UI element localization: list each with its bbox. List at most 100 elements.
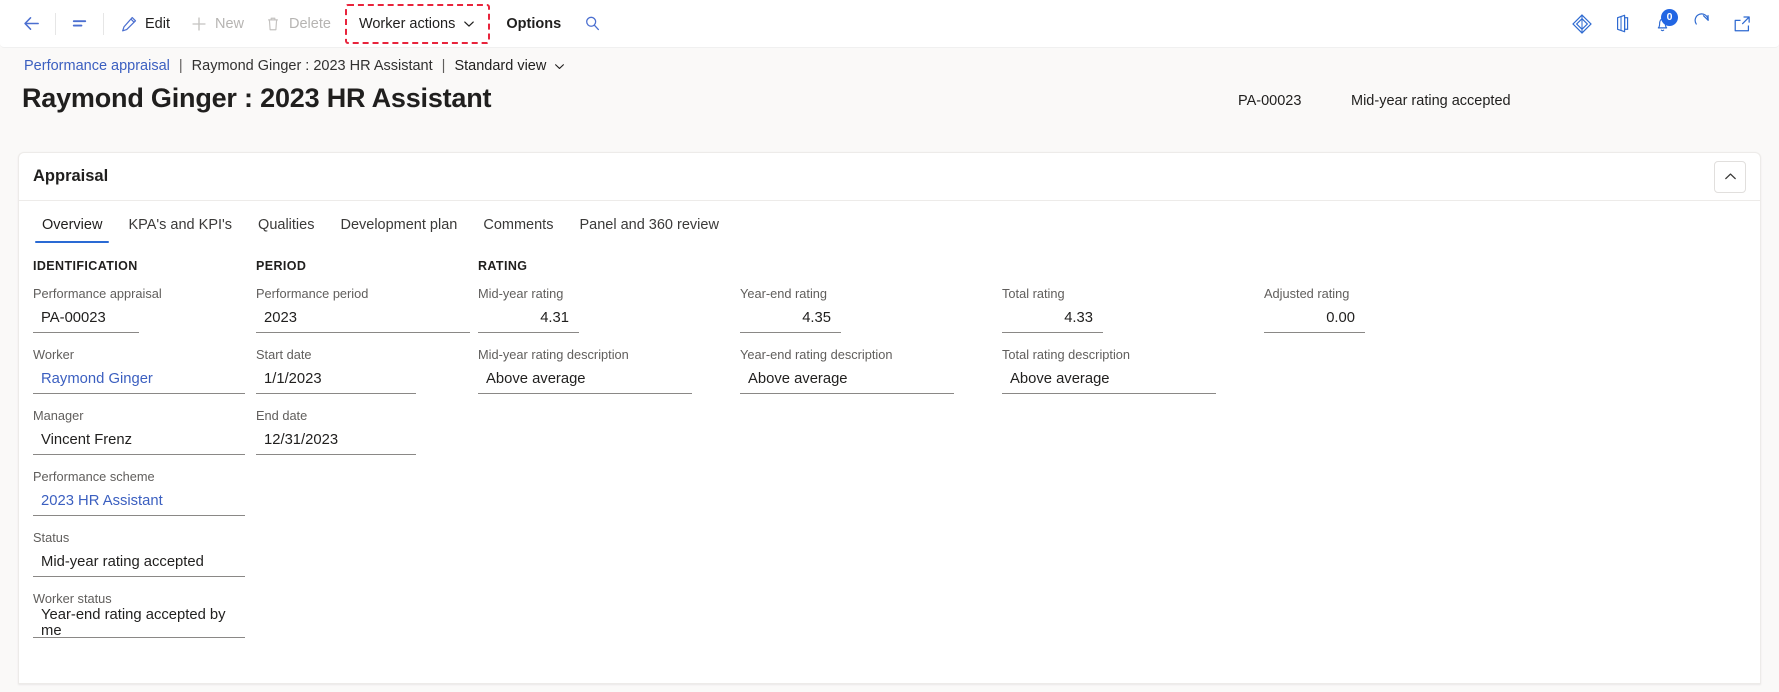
tab-overview[interactable]: Overview (33, 205, 111, 245)
year-end-rating-description-input[interactable]: Above average (740, 367, 954, 394)
back-arrow-icon (22, 14, 41, 33)
mid-year-rating-description-input[interactable]: Above average (478, 367, 692, 394)
edit-button[interactable]: Edit (110, 7, 180, 41)
field-label: Mid-year rating description (478, 347, 629, 362)
period-column: PERIOD Performance period 2023 Start dat… (256, 259, 496, 469)
command-bar-right: 0 (1559, 0, 1779, 48)
field-label: Total rating description (1002, 347, 1131, 362)
dynamics-diamond-icon[interactable] (1565, 7, 1599, 41)
breadcrumb-separator: | (441, 58, 446, 74)
identification-heading: IDENTIFICATION (33, 259, 138, 273)
breadcrumb-module-link[interactable]: Performance appraisal (24, 58, 170, 74)
field-worker-status: Worker status Year-end rating accepted b… (33, 591, 259, 639)
field-manager: Manager Vincent Frenz (33, 408, 259, 455)
field-label: Start date (256, 347, 312, 362)
field-year-end-rating: Year-end rating 4.35 (740, 286, 980, 333)
refresh-icon[interactable] (1685, 7, 1719, 41)
performance-scheme-input[interactable]: 2023 HR Assistant (33, 489, 245, 516)
delete-button[interactable]: Delete (254, 7, 341, 41)
navigation-lines-icon (70, 14, 89, 33)
app-root: Edit New Delete Worker actions Options 0… (0, 0, 1779, 692)
rating-heading-spacer (1264, 259, 1504, 260)
show-navigation-button[interactable] (62, 7, 97, 41)
tab-development-plan[interactable]: Development plan (331, 205, 466, 245)
identification-column: IDENTIFICATION Performance appraisal PA-… (33, 259, 259, 652)
field-performance-period: Performance period 2023 (256, 286, 496, 333)
worker-actions-button[interactable]: Worker actions (353, 7, 482, 41)
manager-input[interactable]: Vincent Frenz (33, 428, 245, 455)
rating-column-year-end: Year-end rating 4.35 Year-end rating des… (740, 259, 980, 408)
worker-input[interactable]: Raymond Ginger (33, 367, 245, 394)
field-label: Worker (33, 347, 75, 362)
tab-qualities[interactable]: Qualities (249, 205, 323, 245)
field-total-rating-description: Total rating description Above average (1002, 347, 1242, 394)
rating-heading-spacer (740, 259, 980, 260)
back-button[interactable] (14, 7, 49, 41)
chevron-down-icon (553, 60, 566, 73)
performance-appraisal-input[interactable]: PA-00023 (33, 306, 139, 333)
performance-period-input[interactable]: 2023 (256, 306, 470, 333)
field-label: Year-end rating description (740, 347, 893, 362)
trash-icon (264, 15, 282, 33)
field-total-rating: Total rating 4.33 (1002, 286, 1242, 333)
rating-column-adjusted: Adjusted rating 0.00 (1264, 259, 1504, 347)
field-year-end-rating-description: Year-end rating description Above averag… (740, 347, 980, 394)
field-end-date: End date 12/31/2023 (256, 408, 496, 455)
options-button[interactable]: Options (496, 7, 571, 41)
page-title: Raymond Ginger : 2023 HR Assistant (22, 83, 492, 113)
worker-status-input[interactable]: Year-end rating accepted by me (33, 607, 245, 639)
field-performance-scheme: Performance scheme 2023 HR Assistant (33, 469, 259, 516)
field-label: Performance appraisal (33, 286, 162, 301)
tab-comments[interactable]: Comments (474, 205, 562, 245)
notifications-bell-icon[interactable]: 0 (1645, 7, 1679, 41)
delete-button-label: Delete (289, 15, 331, 32)
edit-button-label: Edit (145, 15, 170, 32)
collapse-section-button[interactable] (1714, 160, 1746, 193)
appraisal-tabs: Overview KPA's and KPI's Qualities Devel… (19, 201, 1760, 245)
command-bar-left: Edit New Delete Worker actions Options (0, 0, 614, 48)
new-button[interactable]: New (180, 7, 254, 41)
rating-column-mid-year: RATING Mid-year rating 4.31 Mid-year rat… (478, 259, 718, 408)
header-record-id: PA-00023 (1238, 93, 1302, 109)
status-input[interactable]: Mid-year rating accepted (33, 550, 245, 577)
tab-label: Qualities (258, 217, 315, 233)
pencil-icon (120, 15, 138, 33)
rating-column-total: Total rating 4.33 Total rating descripti… (1002, 259, 1242, 408)
field-label: Adjusted rating (1264, 286, 1350, 301)
worker-actions-highlight: Worker actions (344, 3, 491, 44)
mid-year-rating-input[interactable]: 4.31 (478, 306, 579, 333)
field-label: Mid-year rating (478, 286, 564, 301)
field-mid-year-rating: Mid-year rating 4.31 (478, 286, 718, 333)
field-label: End date (256, 408, 308, 423)
tab-panel-and-360-review[interactable]: Panel and 360 review (570, 205, 727, 245)
search-button[interactable] (571, 7, 614, 41)
field-label: Worker status (33, 591, 112, 606)
rating-heading-spacer (1002, 259, 1242, 260)
chevron-up-icon (1723, 169, 1738, 184)
tab-label: KPA's and KPI's (128, 217, 233, 233)
field-label: Manager (33, 408, 84, 423)
field-label: Status (33, 530, 70, 545)
breadcrumb: Performance appraisal | Raymond Ginger :… (24, 58, 566, 74)
breadcrumb-record: Raymond Ginger : 2023 HR Assistant (191, 58, 433, 74)
notification-count-badge: 0 (1661, 8, 1678, 26)
open-in-new-window-icon[interactable] (1725, 7, 1759, 41)
total-rating-description-input[interactable]: Above average (1002, 367, 1216, 394)
start-date-input[interactable]: 1/1/2023 (256, 367, 416, 394)
appraisal-card-header: Appraisal (19, 153, 1760, 201)
appraisal-card-title: Appraisal (33, 167, 109, 185)
header-status: Mid-year rating accepted (1351, 93, 1511, 109)
worker-actions-label: Worker actions (358, 15, 456, 32)
end-date-input[interactable]: 12/31/2023 (256, 428, 416, 455)
year-end-rating-input[interactable]: 4.35 (740, 306, 841, 333)
rating-heading: RATING (478, 259, 528, 273)
office-app-icon[interactable] (1605, 7, 1639, 41)
total-rating-input[interactable]: 4.33 (1002, 306, 1103, 333)
breadcrumb-separator: | (178, 58, 183, 74)
tab-kpas-and-kpis[interactable]: KPA's and KPI's (119, 205, 241, 245)
overview-form: IDENTIFICATION Performance appraisal PA-… (19, 245, 1760, 639)
command-bar: Edit New Delete Worker actions Options 0 (0, 0, 1779, 48)
view-selector[interactable]: Standard view (454, 58, 566, 74)
adjusted-rating-input[interactable]: 0.00 (1264, 306, 1365, 333)
period-heading: PERIOD (256, 259, 307, 273)
